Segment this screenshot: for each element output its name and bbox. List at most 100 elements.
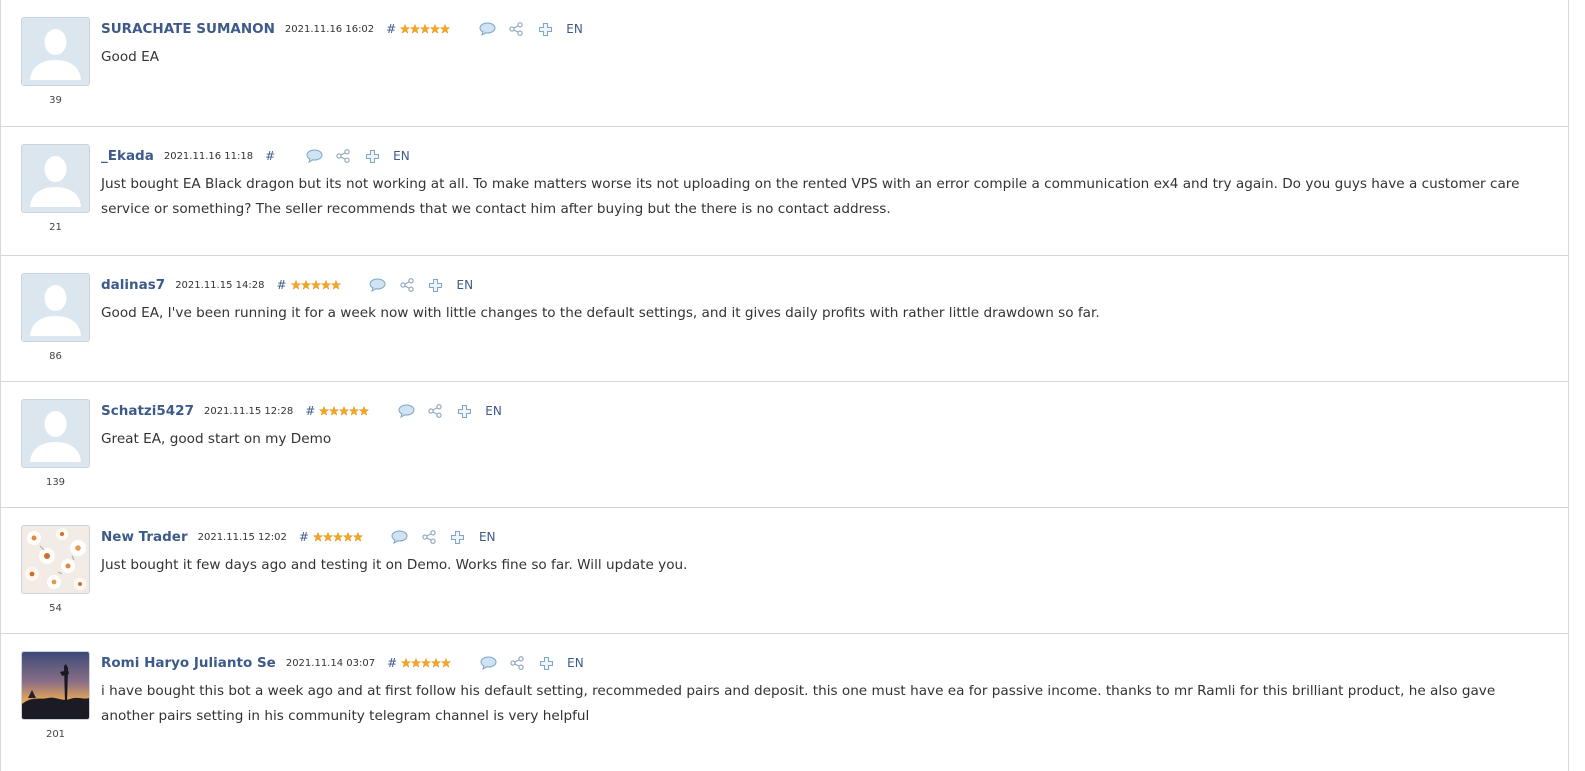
review-actions: EN (369, 276, 474, 294)
star-icon (410, 24, 421, 34)
author-rank: 54 (49, 603, 62, 614)
star-icon (290, 280, 301, 290)
review-text: Just bought EA Black dragon but its not … (101, 176, 1520, 217)
user-silhouette-icon (22, 274, 89, 341)
review-date: 2021.11.15 12:28 (203, 405, 294, 417)
plus-icon[interactable] (427, 276, 445, 294)
review-item: 139 Schatzi5427 2021.11.15 12:28 # EN Gr… (1, 382, 1568, 508)
avatar[interactable] (21, 651, 90, 720)
review-actions: EN (479, 654, 584, 672)
author-name[interactable]: Romi Haryo Julianto Se (101, 655, 276, 671)
language-link[interactable]: EN (393, 149, 410, 163)
reply-icon[interactable] (479, 654, 497, 672)
language-link[interactable]: EN (566, 22, 583, 36)
avatar[interactable] (21, 17, 90, 86)
user-silhouette-icon (22, 400, 89, 467)
language-link[interactable]: EN (567, 656, 584, 670)
review-item: 86 dalinas7 2021.11.15 14:28 # EN Good E… (1, 256, 1568, 382)
author-name[interactable]: Schatzi5427 (101, 403, 194, 419)
author-name[interactable]: _Ekada (101, 148, 154, 164)
review-text: i have bought this bot a week ago and at… (101, 683, 1496, 724)
plus-icon[interactable] (363, 147, 381, 165)
avatar[interactable] (21, 399, 90, 468)
review-date: 2021.11.15 12:02 (197, 531, 287, 543)
permalink-hash[interactable]: # (386, 22, 396, 36)
avatar[interactable] (21, 273, 90, 342)
reply-icon[interactable] (397, 402, 415, 420)
review-header: SURACHATE SUMANON 2021.11.16 16:02 # EN (101, 18, 583, 40)
reviews-list: 39 SURACHATE SUMANON 2021.11.16 16:02 # … (0, 0, 1569, 771)
avatar[interactable] (21, 525, 90, 594)
review-date: 2021.11.16 11:18 (163, 150, 254, 162)
permalink-hash[interactable]: # (265, 149, 275, 163)
review-header: New Trader 2021.11.15 12:02 # EN (101, 526, 496, 548)
rating-stars (312, 532, 363, 542)
star-icon (322, 532, 333, 542)
star-icon (329, 406, 340, 416)
share-icon[interactable] (398, 276, 416, 294)
star-icon (320, 280, 331, 290)
share-icon[interactable] (334, 147, 352, 165)
star-icon (349, 406, 360, 416)
permalink-hash[interactable]: # (276, 278, 286, 292)
reply-icon[interactable] (478, 20, 496, 38)
star-icon (300, 280, 311, 290)
star-icon (310, 280, 321, 290)
avatar[interactable] (21, 144, 90, 213)
author-rank: 21 (49, 222, 62, 233)
rating-stars (400, 24, 451, 34)
star-icon (332, 532, 343, 542)
review-text: Good EA, I've been running it for a week… (101, 305, 1100, 321)
author-name[interactable]: New Trader (101, 529, 188, 545)
rating-stars (290, 280, 341, 290)
star-icon (342, 532, 353, 542)
permalink-hash[interactable]: # (387, 656, 397, 670)
plus-icon[interactable] (449, 528, 467, 546)
author-avatar-column: 39 (21, 17, 90, 107)
reply-icon[interactable] (391, 528, 409, 546)
reply-icon[interactable] (369, 276, 387, 294)
sunset-photo-icon (22, 652, 89, 719)
review-actions: EN (391, 528, 496, 546)
star-icon (421, 658, 432, 668)
review-item: 39 SURACHATE SUMANON 2021.11.16 16:02 # … (1, 0, 1568, 127)
review-text: Just bought it few days ago and testing … (101, 557, 688, 573)
permalink-hash[interactable]: # (305, 404, 315, 418)
share-icon[interactable] (508, 654, 526, 672)
share-icon[interactable] (507, 20, 525, 38)
rating-stars (319, 406, 370, 416)
share-icon[interactable] (420, 528, 438, 546)
permalink-hash[interactable]: # (299, 530, 309, 544)
star-icon (401, 658, 412, 668)
plus-icon[interactable] (455, 402, 473, 420)
language-link[interactable]: EN (485, 404, 502, 418)
author-avatar-column: 86 (21, 273, 90, 363)
reply-icon[interactable] (305, 147, 323, 165)
review-actions: EN (478, 20, 583, 38)
user-silhouette-icon (22, 18, 89, 85)
plus-icon[interactable] (537, 654, 555, 672)
star-icon (339, 406, 350, 416)
plus-icon[interactable] (536, 20, 554, 38)
share-icon[interactable] (426, 402, 444, 420)
star-icon (430, 24, 441, 34)
author-rank: 201 (45, 729, 66, 740)
language-link[interactable]: EN (457, 278, 474, 292)
review-header: _Ekada 2021.11.16 11:18 # EN (101, 145, 410, 167)
star-icon (312, 532, 323, 542)
language-link[interactable]: EN (479, 530, 496, 544)
review-header: dalinas7 2021.11.15 14:28 # EN (101, 274, 473, 296)
author-name[interactable]: SURACHATE SUMANON (101, 21, 275, 37)
author-avatar-column: 201 (21, 651, 90, 741)
review-date: 2021.11.16 16:02 (284, 23, 375, 35)
author-name[interactable]: dalinas7 (101, 277, 165, 293)
author-avatar-column: 21 (21, 144, 90, 234)
flowers-photo-icon (22, 526, 89, 593)
review-header: Romi Haryo Julianto Se 2021.11.14 03:07 … (101, 652, 584, 674)
author-avatar-column: 54 (21, 525, 90, 615)
rating-stars (401, 658, 452, 668)
author-rank: 39 (49, 95, 62, 106)
review-item: 201 Romi Haryo Julianto Se 2021.11.14 03… (1, 634, 1568, 771)
star-icon (411, 658, 422, 668)
review-actions: EN (397, 402, 502, 420)
